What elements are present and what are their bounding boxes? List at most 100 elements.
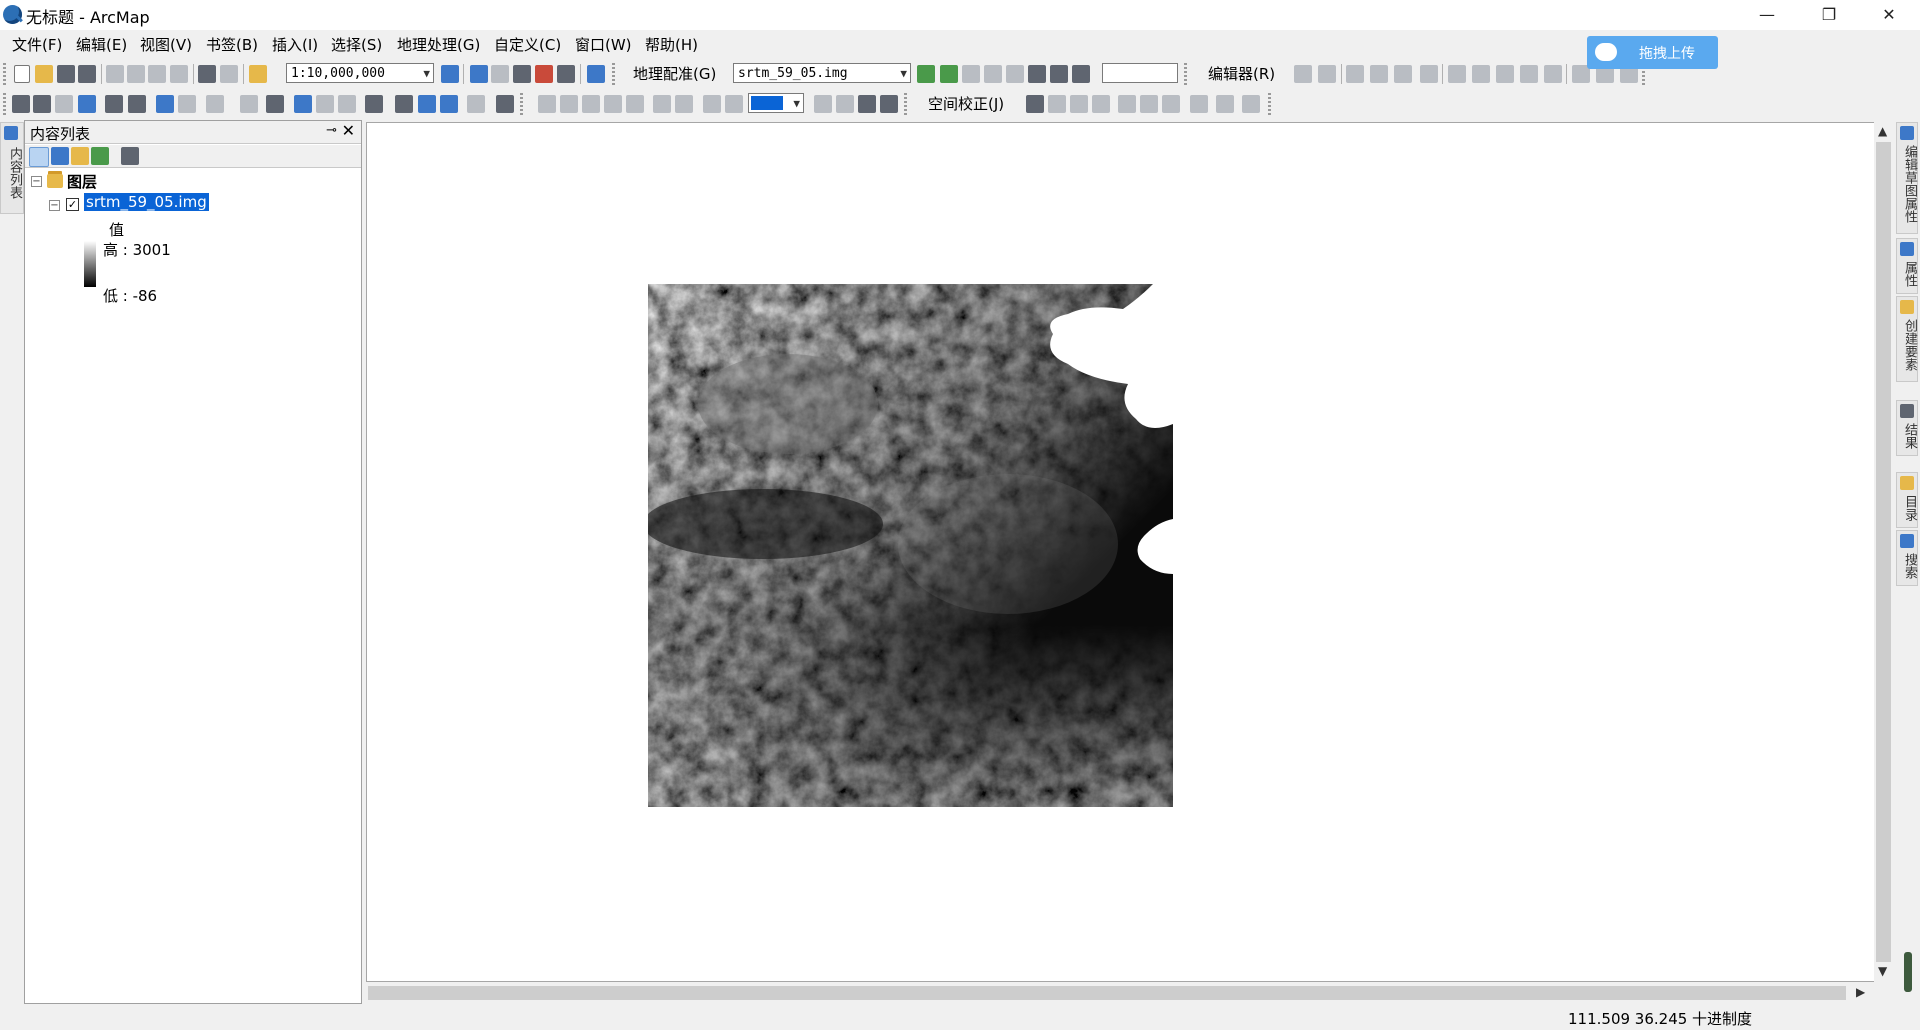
python-window-icon[interactable] (557, 65, 575, 83)
back-extent-icon[interactable] (703, 95, 721, 113)
end-point-arc-icon[interactable] (1370, 65, 1388, 83)
toolbar-grip[interactable] (3, 93, 6, 115)
focus-data-frame-icon[interactable] (836, 95, 854, 113)
close-icon[interactable]: ✕ (342, 121, 355, 140)
dock-tab-create-features[interactable]: 创建要素 (1896, 296, 1918, 382)
fixed-zoom-in-icon[interactable] (105, 95, 123, 113)
new-document-icon[interactable] (14, 65, 30, 83)
open-folder-icon[interactable] (35, 65, 53, 83)
toggle-draft-mode-icon[interactable] (814, 95, 832, 113)
vertical-scroll-thumb[interactable] (1876, 142, 1891, 962)
toolbar-grip[interactable] (520, 93, 523, 115)
edit-annotation-icon[interactable] (1318, 65, 1336, 83)
menu-view[interactable]: 视图(V) (138, 33, 194, 57)
layer-visibility-checkbox[interactable]: ✓ (66, 198, 79, 211)
map-horizontal-scrollbar[interactable]: ▶ (366, 983, 1874, 1002)
trace-icon[interactable] (1394, 65, 1412, 83)
data-driven-pages-icon[interactable] (880, 95, 898, 113)
modify-link-icon[interactable] (1070, 95, 1088, 113)
editor-menu[interactable]: 编辑器(R) (1208, 63, 1275, 85)
menu-help[interactable]: 帮助(H) (643, 33, 700, 57)
delete-link-icon[interactable] (1006, 65, 1024, 83)
hyperlink-icon[interactable] (316, 95, 334, 113)
scroll-up-icon[interactable]: ▲ (1878, 124, 1887, 138)
reshape-icon[interactable] (1472, 65, 1490, 83)
select-elements-tool-icon[interactable] (1026, 95, 1044, 113)
print-icon[interactable] (78, 65, 96, 83)
toc-options-icon[interactable] (121, 147, 139, 165)
editor-toolbar-icon[interactable] (441, 65, 459, 83)
time-slider-icon[interactable] (467, 95, 485, 113)
toc-dock-tab[interactable]: 内容列表 (0, 122, 24, 214)
layer-name[interactable]: srtm_59_05.img (84, 193, 209, 211)
fixed-zoom-out-icon[interactable] (128, 95, 146, 113)
dock-tab-search[interactable]: 搜索 (1896, 530, 1918, 586)
list-by-drawing-order-icon[interactable] (29, 147, 49, 167)
edge-match-icon[interactable] (1216, 95, 1234, 113)
scroll-right-icon[interactable]: ▶ (1856, 985, 1865, 999)
zoom-whole-page-icon[interactable] (604, 95, 622, 113)
cut-polygons-icon[interactable] (1496, 65, 1514, 83)
add-data-icon[interactable] (249, 65, 267, 83)
rotate-edit-icon[interactable] (1544, 65, 1562, 83)
dock-tab-results[interactable]: 结果 (1896, 400, 1918, 456)
model-builder-icon[interactable] (587, 65, 605, 83)
straight-segment-icon[interactable] (1346, 65, 1364, 83)
restore-button[interactable]: ❐ (1806, 0, 1852, 30)
multiple-displacement-icon[interactable] (1092, 95, 1110, 113)
toolbar-grip[interactable] (904, 93, 907, 115)
scroll-down-icon[interactable]: ▼ (1878, 964, 1887, 978)
change-layout-icon[interactable] (858, 95, 876, 113)
link-table-icon[interactable] (1190, 95, 1208, 113)
chevron-down-icon[interactable]: ▼ (423, 64, 430, 84)
catalog-window-icon[interactable] (491, 65, 509, 83)
new-displacement-link-icon[interactable] (1048, 95, 1066, 113)
go-back-icon[interactable] (156, 95, 174, 113)
edit-tool-icon[interactable] (1294, 65, 1312, 83)
menu-edit[interactable]: 编辑(E) (74, 33, 129, 57)
split-icon[interactable] (1520, 65, 1538, 83)
layout-zoom-out-icon[interactable] (560, 95, 578, 113)
menu-insert[interactable]: 插入(I) (270, 33, 320, 57)
list-by-visibility-icon[interactable] (71, 147, 89, 165)
select-elements-icon[interactable] (266, 95, 284, 113)
find-route-icon[interactable] (418, 95, 436, 113)
undo-icon[interactable] (198, 65, 216, 83)
chevron-down-icon[interactable]: ▼ (900, 64, 907, 84)
georef-layer-combobox[interactable]: srtm_59_05.img ▼ (733, 63, 911, 83)
toc-window-icon[interactable] (470, 65, 488, 83)
menu-geoprocessing[interactable]: 地理处理(G) (395, 33, 482, 57)
list-by-source-icon[interactable] (51, 147, 69, 165)
toolbar-grip[interactable] (612, 63, 615, 85)
view-link-table-icon[interactable] (1028, 65, 1046, 83)
pan-icon[interactable] (55, 95, 73, 113)
fixed-layout-zoom-out-icon[interactable] (675, 95, 693, 113)
collapse-icon[interactable]: − (49, 200, 60, 211)
dock-tab-sketch-properties[interactable]: 编辑草图属性 (1896, 122, 1918, 234)
zoom-100-icon[interactable] (626, 95, 644, 113)
clear-selection-icon[interactable] (240, 95, 258, 113)
toolbar-grip[interactable] (1184, 63, 1187, 85)
map-scale-combobox[interactable]: 1:10,000,000 ▼ (286, 63, 434, 83)
dock-resize-handle[interactable] (1904, 952, 1912, 992)
point-icon[interactable] (1420, 65, 1438, 83)
layout-zoom-in-icon[interactable] (538, 95, 556, 113)
redo-icon[interactable] (220, 65, 238, 83)
html-popup-icon[interactable] (338, 95, 356, 113)
save-icon[interactable] (57, 65, 75, 83)
zoom-in-icon[interactable] (12, 95, 30, 113)
toolbar-grip[interactable] (1268, 93, 1271, 115)
copy-icon[interactable] (127, 65, 145, 83)
arctoolbox-icon[interactable] (535, 65, 553, 83)
close-button[interactable]: ✕ (1866, 0, 1912, 30)
map-display[interactable] (366, 122, 1878, 982)
horizontal-scroll-thumb[interactable] (368, 986, 1846, 1000)
chevron-down-icon[interactable]: ▼ (793, 94, 800, 114)
minimize-button[interactable]: — (1744, 0, 1790, 30)
rotate-icon[interactable] (1072, 65, 1090, 83)
dock-tab-catalog[interactable]: 目录 (1896, 472, 1918, 528)
menu-selection[interactable]: 选择(S) (329, 33, 384, 57)
forward-extent-icon[interactable] (725, 95, 743, 113)
list-by-selection-icon[interactable] (91, 147, 109, 165)
drag-upload-button[interactable]: 拖拽上传 (1587, 36, 1718, 69)
